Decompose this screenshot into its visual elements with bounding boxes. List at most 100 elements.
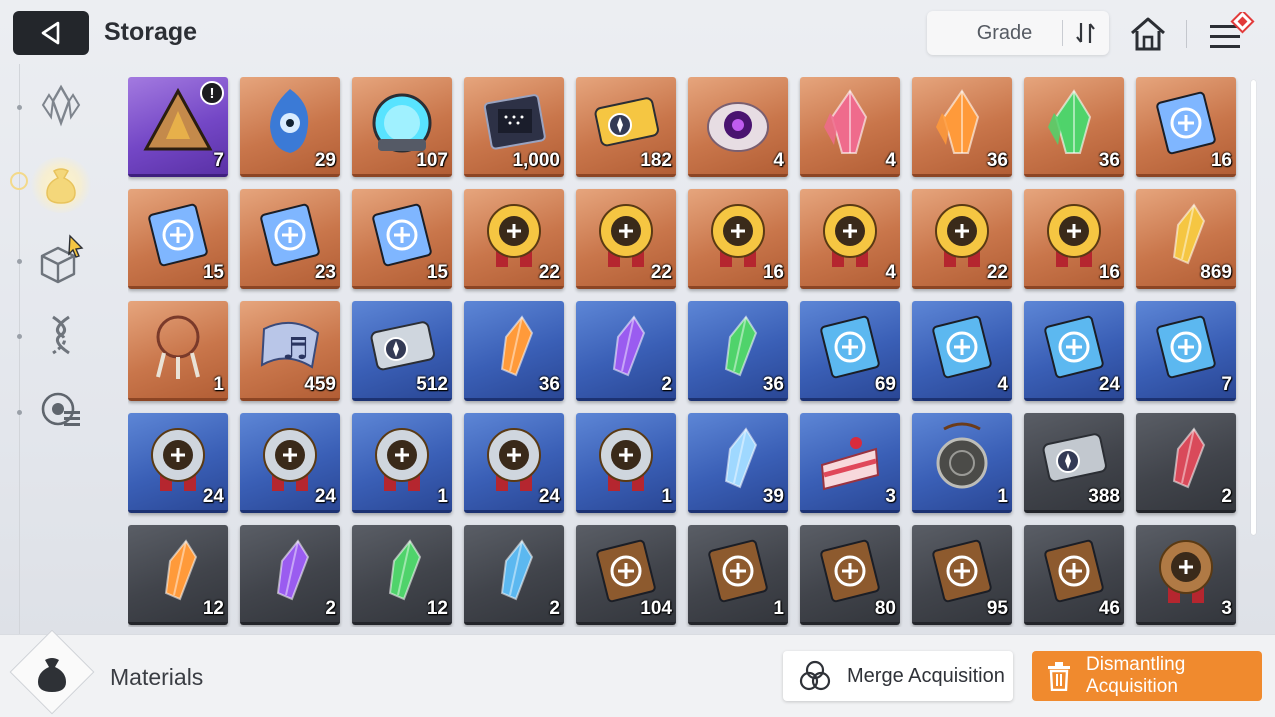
item-slot[interactable]: 1,000 [464, 77, 564, 177]
item-slot[interactable]: 2 [576, 301, 676, 401]
brown-book-target-icon [1044, 539, 1104, 603]
home-button[interactable] [1128, 14, 1168, 54]
item-slot[interactable]: 1 [688, 525, 788, 625]
item-quantity: 80 [874, 598, 896, 619]
gray-ticket-icon [1042, 433, 1107, 483]
item-slot[interactable]: 22 [912, 189, 1012, 289]
item-slot[interactable]: 512 [352, 301, 452, 401]
merge-acquisition-button[interactable]: Merge Acquisition [783, 651, 1013, 701]
divider [1186, 20, 1187, 48]
grid-scrollbar[interactable] [1251, 80, 1256, 535]
item-slot[interactable]: 2 [464, 525, 564, 625]
item-slot[interactable]: 36 [912, 77, 1012, 177]
item-slot[interactable]: 24 [128, 413, 228, 513]
item-slot[interactable]: 7! [128, 77, 228, 177]
sidebar-item-equipment[interactable] [36, 234, 86, 284]
cube-icon [40, 234, 84, 284]
gold-shards-icon [1172, 203, 1206, 265]
data-chip-icon [483, 94, 546, 150]
item-slot[interactable]: 36 [1024, 77, 1124, 177]
item-slot[interactable]: 4 [800, 77, 900, 177]
cake-slice-icon [820, 437, 880, 491]
sidebar-item-materials[interactable] [36, 160, 86, 210]
item-slot[interactable]: 1 [352, 413, 452, 513]
page-title: Storage [104, 18, 198, 46]
item-slot[interactable]: 3 [1136, 525, 1236, 625]
blue-flame-creature-icon [270, 89, 309, 153]
item-slot[interactable]: 16 [1024, 189, 1124, 289]
bronze-medal-sword-icon [1159, 540, 1213, 603]
item-slot[interactable]: 7 [1136, 301, 1236, 401]
item-slot[interactable]: 182 [576, 77, 676, 177]
item-quantity: 24 [314, 486, 336, 507]
sidebar-item-crystals[interactable] [36, 80, 86, 130]
sort-order-button[interactable] [1063, 20, 1109, 46]
sidebar-item-misc[interactable] [36, 385, 86, 435]
item-slot[interactable]: 388 [1024, 413, 1124, 513]
item-slot[interactable]: 2 [1136, 413, 1236, 513]
item-quantity: 16 [1098, 262, 1120, 283]
item-slot[interactable]: 23 [240, 189, 340, 289]
item-slot[interactable]: 15 [128, 189, 228, 289]
blue-shard-gray-icon [500, 539, 534, 601]
item-quantity: 16 [762, 262, 784, 283]
item-slot[interactable]: 69 [800, 301, 900, 401]
item-slot[interactable]: 1 [912, 413, 1012, 513]
back-button[interactable] [13, 11, 89, 55]
item-slot[interactable]: 869 [1136, 189, 1236, 289]
merge-circles-icon [799, 660, 831, 691]
item-slot[interactable]: 39 [688, 413, 788, 513]
skill-book-target-icon [372, 203, 432, 267]
item-slot[interactable]: 12 [128, 525, 228, 625]
item-slot[interactable]: 24 [464, 413, 564, 513]
item-slot[interactable]: 15 [352, 189, 452, 289]
sidebar-item-genes[interactable] [36, 310, 86, 360]
red-shard-gray-icon [1172, 427, 1206, 489]
item-slot[interactable]: 29 [240, 77, 340, 177]
item-quantity: 24 [202, 486, 224, 507]
item-slot[interactable]: 1 [576, 413, 676, 513]
brown-book-shield-icon [708, 539, 768, 603]
orange-crystal-icon [936, 89, 980, 154]
item-slot[interactable]: 36 [464, 301, 564, 401]
target-list-icon [41, 392, 80, 426]
blue-book-target-icon [1156, 315, 1216, 379]
item-slot[interactable]: 1 [128, 301, 228, 401]
grade-sort-control[interactable]: Grade [927, 11, 1109, 55]
item-slot[interactable]: 12 [352, 525, 452, 625]
orange-shard-gray-icon [164, 539, 198, 601]
item-slot[interactable]: 22 [576, 189, 676, 289]
item-slot[interactable]: 16 [1136, 77, 1236, 177]
item-slot[interactable]: 95 [912, 525, 1012, 625]
dismantling-acquisition-button[interactable]: Dismantling Acquisition [1032, 651, 1262, 701]
item-slot[interactable]: 107 [352, 77, 452, 177]
grade-filter-label[interactable]: Grade [927, 22, 1062, 45]
item-slot[interactable]: 4 [688, 77, 788, 177]
item-quantity: 7 [1221, 374, 1232, 395]
item-slot[interactable]: 2 [240, 525, 340, 625]
item-slot[interactable]: 24 [1024, 301, 1124, 401]
item-slot[interactable]: 3 [800, 413, 900, 513]
blue-book-sword-icon [820, 315, 880, 379]
item-slot[interactable]: 24 [240, 413, 340, 513]
brown-book-eye-icon [820, 539, 880, 603]
item-slot[interactable]: 16 [688, 189, 788, 289]
item-quantity: 12 [426, 598, 448, 619]
item-slot[interactable]: 80 [800, 525, 900, 625]
item-slot[interactable]: 4 [912, 301, 1012, 401]
item-quantity: 22 [538, 262, 560, 283]
item-slot[interactable]: 104 [576, 525, 676, 625]
item-quantity: 3 [1221, 598, 1232, 619]
item-slot[interactable]: 46 [1024, 525, 1124, 625]
sidebar-rail [19, 64, 20, 634]
item-slot[interactable]: 22 [464, 189, 564, 289]
item-quantity: 22 [986, 262, 1008, 283]
orange-shard-icon [500, 315, 534, 377]
item-quantity: 2 [325, 598, 336, 619]
item-slot[interactable]: 36 [688, 301, 788, 401]
item-quantity: 23 [314, 262, 336, 283]
item-quantity: 36 [986, 150, 1008, 171]
main-menu-button[interactable] [1206, 9, 1258, 56]
item-slot[interactable]: 4 [800, 189, 900, 289]
item-slot[interactable]: ♬ 459 [240, 301, 340, 401]
